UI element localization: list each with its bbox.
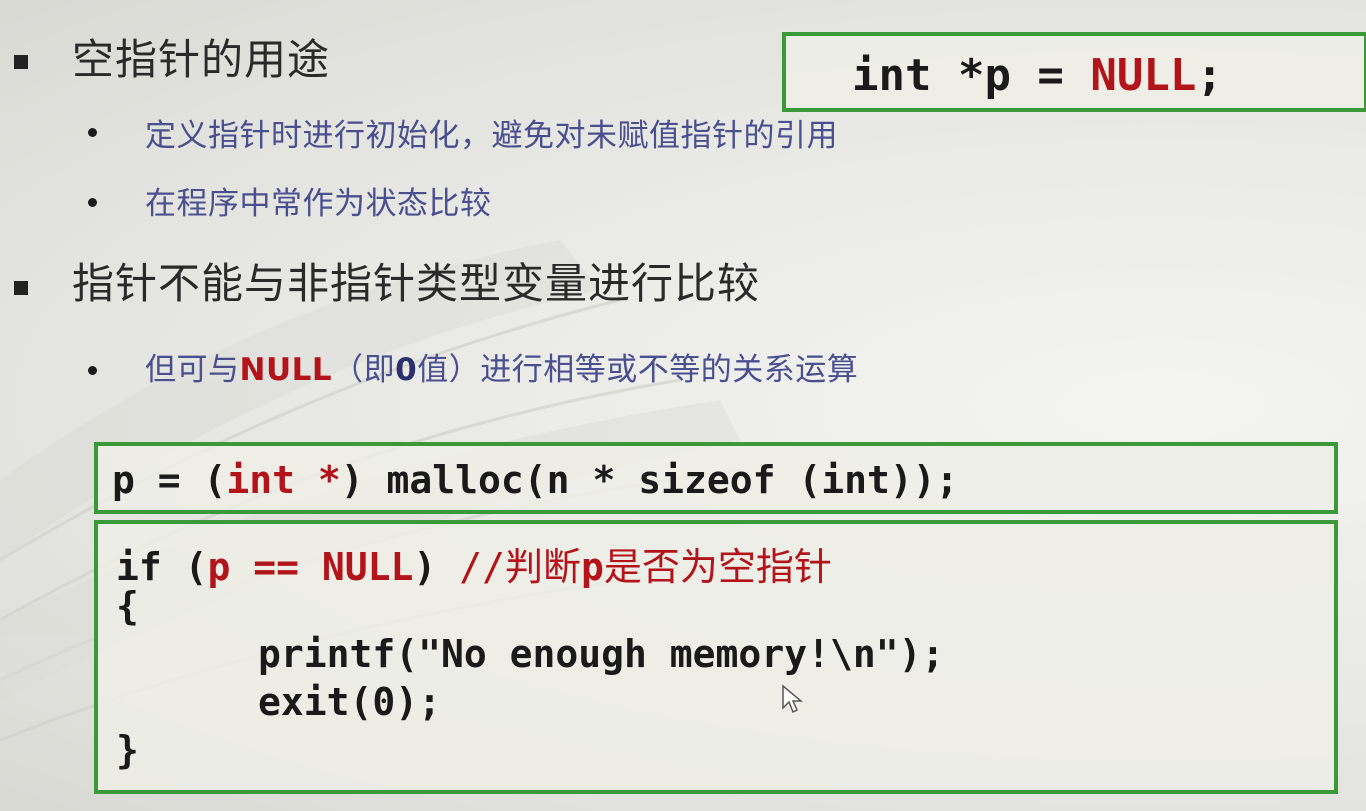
code-malloc-a: p = (	[112, 458, 227, 502]
code-if-line: if (p == NULL) //判断p是否为空指针	[116, 536, 832, 591]
code-box-null-check: if (p == NULL) //判断p是否为空指针 { printf("No …	[94, 520, 1338, 794]
heading-pointer-compare: 指针不能与非指针类型变量进行比较	[72, 259, 761, 308]
code-printf-line: printf("No enough memory!\n");	[258, 632, 945, 676]
code-comment-b: 是否为空指针	[603, 545, 832, 589]
code-malloc-b: ) malloc(n * sizeof (int));	[340, 458, 959, 502]
code-box-malloc: p = (int *) malloc(n * sizeof (int));	[94, 442, 1338, 514]
code-malloc-line: p = (int *) malloc(n * sizeof (int));	[112, 458, 959, 502]
heading-bullet	[14, 281, 28, 295]
code-open-brace: {	[116, 584, 139, 628]
sub-bullet	[88, 128, 97, 137]
sub-text-mid: （即	[332, 352, 396, 388]
code-box-null-init: int *p = NULL;	[782, 32, 1366, 112]
zero-value: 0	[395, 352, 418, 388]
heading-null-pointer-uses: 空指针的用途	[72, 35, 331, 84]
code-if-close: )	[413, 545, 460, 589]
sub-item-state-compare: 在程序中常作为状态比较	[145, 186, 492, 222]
code-if-condition: p == NULL	[207, 545, 414, 589]
null-keyword: NULL	[239, 352, 333, 388]
sub-bullet	[88, 366, 97, 375]
code-null-init: int *p = NULL;	[852, 50, 1223, 101]
code-comment-p: p	[580, 545, 604, 589]
sub-text-pre: 但可与	[145, 352, 240, 388]
code-comment-slashes: //	[459, 545, 505, 589]
code-null-a: int *p =	[852, 50, 1091, 101]
sub-item-init: 定义指针时进行初始化，避免对未赋值指针的引用	[145, 118, 838, 154]
code-exit-line: exit(0);	[258, 680, 442, 724]
slide: 空指针的用途 定义指针时进行初始化，避免对未赋值指针的引用 在程序中常作为状态比…	[0, 0, 1366, 811]
code-close-brace: }	[116, 728, 139, 772]
code-malloc-cast: int *	[226, 458, 341, 502]
sub-bullet	[88, 198, 97, 207]
code-null-keyword: NULL	[1090, 50, 1197, 101]
code-comment-a: 判断	[504, 545, 581, 589]
sub-item-null-compare: 但可与NULL（即0值）进行相等或不等的关系运算	[145, 344, 858, 389]
code-if-keyword: if (	[116, 545, 208, 589]
mouse-pointer-icon	[782, 684, 803, 714]
heading-bullet	[14, 55, 28, 69]
code-null-b: ;	[1196, 50, 1223, 101]
sub-text-post: 值）进行相等或不等的关系运算	[417, 352, 859, 388]
